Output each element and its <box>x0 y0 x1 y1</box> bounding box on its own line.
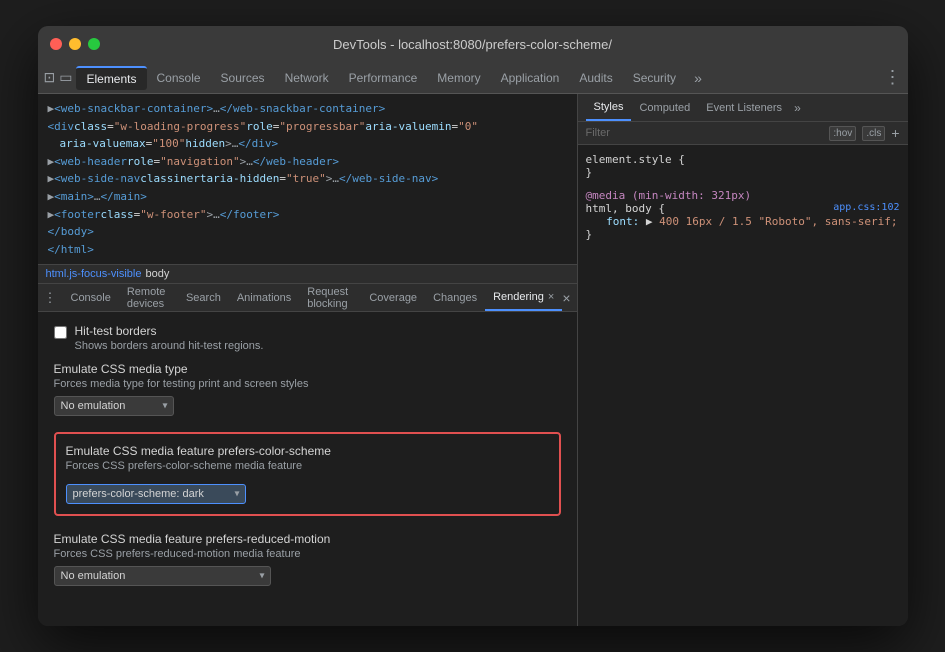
breadcrumb-html[interactable]: html.js-focus-visible <box>46 268 142 280</box>
style-rule-media: @media (min-width: 321px) html, body { a… <box>586 189 900 241</box>
prefers-color-scheme-box: Emulate CSS media feature prefers-color-… <box>54 432 561 516</box>
code-line-9: </html> <box>48 241 567 259</box>
drawer-tab-console[interactable]: Console <box>63 284 119 311</box>
hit-test-borders-row: Hit-test borders Shows borders around hi… <box>54 324 561 352</box>
traffic-lights <box>50 38 100 50</box>
styles-tab-event-listeners[interactable]: Event Listeners <box>698 94 790 121</box>
drawer-tab-rendering[interactable]: Rendering × <box>485 284 562 311</box>
css-media-type-group: Emulate CSS media type Forces media type… <box>54 362 561 416</box>
device-icon[interactable]: ▭ <box>59 69 72 86</box>
devtools-menu-icon[interactable]: ⋮ <box>884 67 902 88</box>
drawer-close-icon[interactable]: × <box>562 290 570 306</box>
element-style-selector: element.style { <box>586 153 685 166</box>
style-source-link[interactable]: app.css:102 <box>833 202 899 213</box>
styles-filter-input[interactable] <box>586 127 824 139</box>
breadcrumb-body[interactable]: body <box>145 268 169 280</box>
css-media-type-desc: Forces media type for testing print and … <box>54 378 561 390</box>
styles-content: element.style { } @media (min-width: 321… <box>578 145 908 626</box>
prefers-reduced-motion-group: Emulate CSS media feature prefers-reduce… <box>54 532 561 586</box>
drawer-tabs-bar: ⋮ Console Remote devices Search Animatio… <box>38 284 577 312</box>
code-line-2: <div class="w-loading-progress" role="pr… <box>48 118 567 136</box>
code-line-1: ▶ <web-snackbar-container>…</web-snackba… <box>48 100 567 118</box>
drawer-tab-changes[interactable]: Changes <box>425 284 485 311</box>
hit-test-borders-checkbox[interactable] <box>54 326 67 339</box>
styles-tab-computed[interactable]: Computed <box>631 94 698 121</box>
content-area: ▶ <web-snackbar-container>…</web-snackba… <box>38 94 908 626</box>
styles-panel: Styles Computed Event Listeners » :hov .… <box>578 94 908 626</box>
prefers-reduced-motion-select-wrapper: No emulation prefers-reduced-motion: red… <box>54 566 271 586</box>
code-line-3: aria-valuemax="100" hidden>…</div> <box>48 135 567 153</box>
media-query: @media (min-width: 321px) <box>586 189 752 202</box>
devtools-window: DevTools - localhost:8080/prefers-color-… <box>38 26 908 626</box>
drawer-tab-coverage[interactable]: Coverage <box>361 284 425 311</box>
hover-filter-button[interactable]: :hov <box>829 126 856 141</box>
hit-test-borders-label: Hit-test borders <box>75 324 264 338</box>
drawer-tab-animations[interactable]: Animations <box>229 284 299 311</box>
prefers-color-scheme-select-wrapper: No emulation prefers-color-scheme: dark … <box>66 484 246 504</box>
prefers-color-scheme-label: Emulate CSS media feature prefers-color-… <box>66 444 549 458</box>
tab-elements[interactable]: Elements <box>76 66 146 90</box>
hit-test-borders-desc: Shows borders around hit-test regions. <box>75 340 264 352</box>
html-body-selector: html, body { <box>586 202 665 215</box>
maximize-button[interactable] <box>88 38 100 50</box>
styles-tabs-more-icon[interactable]: » <box>794 101 801 115</box>
tab-application[interactable]: Application <box>491 67 570 89</box>
drawer-tab-search[interactable]: Search <box>178 284 229 311</box>
code-line-5: ▶ <web-side-nav class inert aria-hidden=… <box>48 170 567 188</box>
font-property: font: <box>606 215 639 228</box>
window-title: DevTools - localhost:8080/prefers-color-… <box>333 37 612 52</box>
close-button[interactable] <box>50 38 62 50</box>
prefers-reduced-motion-select[interactable]: No emulation prefers-reduced-motion: red… <box>54 566 271 586</box>
prefers-color-scheme-select[interactable]: No emulation prefers-color-scheme: dark … <box>66 484 246 504</box>
add-style-rule-button[interactable]: + <box>891 125 899 141</box>
rendering-panel: Hit-test borders Shows borders around hi… <box>38 312 577 626</box>
elements-panel: ▶ <web-snackbar-container>…</web-snackba… <box>38 94 578 626</box>
font-value: 400 16px / 1.5 "Roboto", sans-serif; <box>659 215 897 228</box>
tab-sources[interactable]: Sources <box>211 67 275 89</box>
tab-security[interactable]: Security <box>623 67 686 89</box>
inspect-icon[interactable]: ⊡ <box>44 69 56 86</box>
css-media-type-label: Emulate CSS media type <box>54 362 561 376</box>
tab-network[interactable]: Network <box>275 67 339 89</box>
more-tabs-icon[interactable]: » <box>688 66 708 90</box>
drawer-tab-request-blocking[interactable]: Request blocking <box>299 284 361 311</box>
css-media-type-select[interactable]: No emulation print screen <box>54 396 174 416</box>
code-line-7: ▶ <footer class="w-footer">…</footer> <box>48 206 567 224</box>
drawer-menu-icon[interactable]: ⋮ <box>44 290 57 306</box>
rendering-tab-close[interactable]: × <box>548 291 554 303</box>
css-media-type-select-wrapper: No emulation print screen <box>54 396 174 416</box>
main-tabs-bar: ⊡ ▭ Elements Console Sources Network Per… <box>38 62 908 94</box>
dom-tree[interactable]: ▶ <web-snackbar-container>…</web-snackba… <box>38 94 577 265</box>
code-line-8: </body> <box>48 223 567 241</box>
breadcrumb: html.js-focus-visible body <box>38 265 577 284</box>
minimize-button[interactable] <box>69 38 81 50</box>
tab-console[interactable]: Console <box>147 67 211 89</box>
titlebar: DevTools - localhost:8080/prefers-color-… <box>38 26 908 62</box>
tab-performance[interactable]: Performance <box>339 67 428 89</box>
styles-filter-bar: :hov .cls + <box>578 122 908 145</box>
code-line-6: ▶ <main>…</main> <box>48 188 567 206</box>
tab-memory[interactable]: Memory <box>427 67 490 89</box>
drawer-tab-remote[interactable]: Remote devices <box>119 284 178 311</box>
tab-audits[interactable]: Audits <box>569 67 622 89</box>
style-rule-element: element.style { } <box>586 153 900 179</box>
prefers-color-scheme-desc: Forces CSS prefers-color-scheme media fe… <box>66 460 549 472</box>
styles-tabs-bar: Styles Computed Event Listeners » <box>578 94 908 122</box>
code-line-4: ▶ <web-header role="navigation">…</web-h… <box>48 153 567 171</box>
prefers-reduced-motion-label: Emulate CSS media feature prefers-reduce… <box>54 532 561 546</box>
styles-tab-styles[interactable]: Styles <box>586 94 632 121</box>
prefers-reduced-motion-desc: Forces CSS prefers-reduced-motion media … <box>54 548 561 560</box>
cls-filter-button[interactable]: .cls <box>862 126 885 141</box>
